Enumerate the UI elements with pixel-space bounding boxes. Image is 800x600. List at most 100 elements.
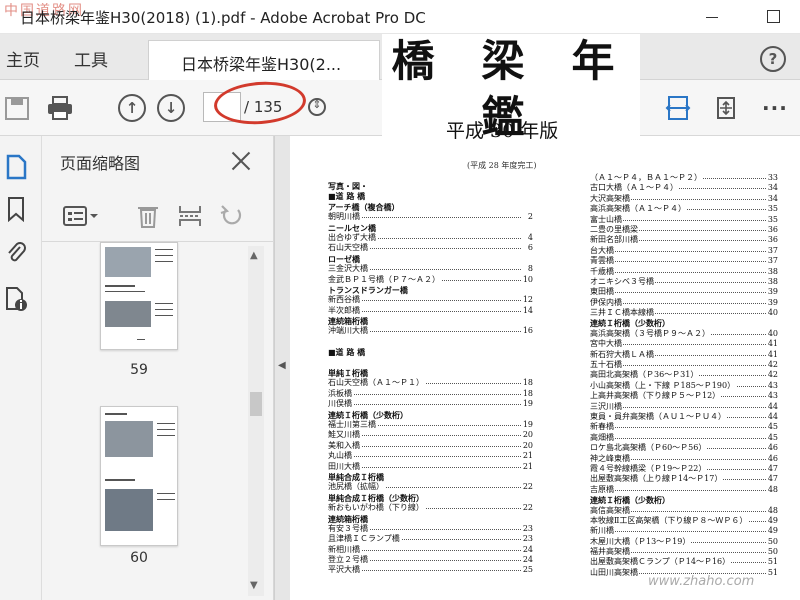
toc-entry-title: 丸山橋 bbox=[328, 451, 353, 462]
toc-row: 半次郎橋 14 bbox=[328, 305, 533, 317]
toc-entry-title: 連続箱桁橋 bbox=[328, 513, 369, 524]
toc-entry-page: 21 bbox=[521, 451, 533, 462]
toc-entry-page: 50 bbox=[766, 547, 778, 558]
scrollbar-thumb[interactable] bbox=[250, 392, 262, 416]
toc-entry-page: 44 bbox=[766, 411, 778, 423]
toc-row: 川俣橋 19 bbox=[328, 399, 533, 410]
toc-row: 高信高架橋 48 bbox=[590, 505, 778, 516]
toc-row: 宮中大橋 41 bbox=[590, 339, 778, 350]
page-thumbnails-icon[interactable] bbox=[4, 154, 28, 180]
toc-entry-title: 連続箱桁橋 bbox=[328, 316, 369, 327]
toc-entry-page: 35 bbox=[766, 214, 778, 225]
toc-entry-page: 4 bbox=[526, 232, 533, 244]
toc-entry-title: 写真・図・ bbox=[328, 181, 369, 192]
toc-entry-page: 47 bbox=[766, 474, 778, 485]
page-thumbnail-59[interactable] bbox=[100, 242, 178, 350]
toc-row: アーチ橋（複合橋） bbox=[328, 201, 533, 213]
left-rail bbox=[0, 136, 42, 600]
bookmark-icon[interactable] bbox=[4, 196, 28, 222]
scroll-down-icon[interactable]: ▼ bbox=[250, 580, 258, 591]
more-options-icon[interactable]: ··· bbox=[762, 96, 788, 120]
toc-entry-title: 東田橋 bbox=[590, 287, 615, 298]
document-properties-icon[interactable] bbox=[4, 286, 28, 312]
help-icon[interactable]: ? bbox=[760, 46, 786, 72]
thumbnail-page-number: 59 bbox=[130, 362, 148, 378]
close-panel-icon[interactable] bbox=[230, 150, 252, 172]
toc-entry-page: 38 bbox=[766, 266, 778, 277]
toc-row: 且津橋ＩＣランプ橋 23 bbox=[328, 534, 533, 545]
toc-entry-title: 千歳橋 bbox=[590, 266, 615, 277]
attachment-icon[interactable] bbox=[4, 240, 28, 266]
toc-row: 高浜高架橋（３号橋Ｐ９〜Ａ２） 40 bbox=[590, 328, 778, 340]
page-thumbnails-panel: 页面缩略图 59 60 ▲ ▼ bbox=[42, 136, 274, 600]
toc-entry-title: 富士山橋 bbox=[590, 214, 623, 225]
toc-row: 出合ゆず大橋 4 bbox=[328, 232, 533, 244]
toc-row: 新石狩大橋ＬＡ橋 41 bbox=[590, 349, 778, 361]
delete-page-icon[interactable] bbox=[134, 202, 162, 230]
toc-entry-title: 古口大橋（Ａ１〜Ｐ４） bbox=[590, 183, 679, 194]
toc-entry-title: 新おもいがわ橋（下り線） bbox=[328, 503, 425, 514]
toc-row: 高浜高架橋（Ａ１〜Ｐ４） 35 bbox=[590, 204, 778, 215]
thumbnail-options-icon[interactable] bbox=[62, 202, 100, 230]
minimize-button[interactable] bbox=[702, 6, 724, 26]
toc-entry-title: 三金沢大橋 bbox=[328, 264, 369, 275]
toc-entry-title: 新春橋 bbox=[590, 422, 615, 433]
toc-entry-title: 石山天空橋 bbox=[328, 243, 369, 254]
page-thumbnail-60[interactable] bbox=[100, 406, 178, 546]
extract-page-icon[interactable] bbox=[176, 202, 204, 230]
toc-entry-page: 25 bbox=[521, 565, 533, 576]
toc-entry-title: 霞４号幹線橋梁（Ｐ19〜Ｐ22） bbox=[590, 463, 708, 475]
collapse-arrow-icon[interactable]: ◀ bbox=[278, 360, 286, 371]
toc-entry-page: 45 bbox=[766, 432, 778, 444]
toc-entry-title: ■道 路 橋 bbox=[328, 347, 367, 358]
toc-row: 新おもいがわ橋（下り線） 22 bbox=[328, 503, 533, 514]
toc-entry-page: 21 bbox=[521, 461, 533, 472]
next-page-icon[interactable] bbox=[157, 94, 185, 122]
toc-entry-page: 43 bbox=[766, 380, 778, 392]
panel-splitter[interactable]: ◀ bbox=[274, 136, 290, 600]
toc-entry-title: 神之峰東橋 bbox=[590, 453, 631, 464]
tab-tools[interactable]: 工具 bbox=[74, 46, 108, 71]
toc-row: 石山天空橋（Ａ１〜Ｐ１） 18 bbox=[328, 378, 533, 389]
zoom-stepper-icon[interactable] bbox=[308, 98, 326, 116]
toc-entry-title: 高浜高架橋（３号橋Ｐ９〜Ａ２） bbox=[590, 328, 711, 340]
print-icon[interactable] bbox=[46, 94, 74, 122]
toc-entry-title: 新田名部川橋 bbox=[590, 235, 639, 246]
toc-entry-page: 16 bbox=[521, 326, 533, 337]
save-icon[interactable] bbox=[4, 94, 32, 122]
toc-row: 石山天空橋 6 bbox=[328, 243, 533, 254]
toc-row: ローゼ橋 bbox=[328, 253, 533, 265]
thumbnail-scrollbar[interactable]: ▲ ▼ bbox=[248, 246, 264, 596]
toc-entry-title: 大沢高架橋 bbox=[590, 193, 631, 205]
rotate-view-icon[interactable] bbox=[712, 94, 740, 122]
previous-page-icon[interactable] bbox=[118, 94, 146, 122]
tab-document[interactable]: 日本桥梁年鉴H30(2... bbox=[148, 40, 380, 81]
toc-entry-title: 川俣橋 bbox=[328, 399, 353, 410]
toc-row: 単純Ｉ桁橋 bbox=[328, 368, 533, 379]
thumbnail-photo bbox=[105, 421, 153, 457]
toc-entry-page: 18 bbox=[521, 388, 533, 400]
scroll-up-icon[interactable]: ▲ bbox=[250, 250, 258, 261]
toc-entry-title: 単純Ｉ桁橋 bbox=[328, 368, 369, 379]
toc-entry-page: 39 bbox=[766, 287, 778, 298]
toc-row: 連続Ｉ桁橋（少数桁） bbox=[590, 495, 778, 506]
fit-width-icon[interactable] bbox=[664, 94, 692, 122]
toc-entry-title: 出屋敷高架橋Ｃランプ（Ｐ14〜Ｐ16） bbox=[590, 557, 732, 568]
toc-row: 連続Ｉ桁橋（少数桁） bbox=[590, 318, 778, 329]
toc-entry-title: 台大橋 bbox=[590, 245, 615, 257]
toc-row: 連続箱桁橋 bbox=[328, 513, 533, 524]
toc-entry-page: 6 bbox=[526, 243, 533, 254]
toc-entry-title: 連続Ｉ桁橋（少数桁） bbox=[328, 409, 409, 420]
tab-home[interactable]: 主页 bbox=[6, 46, 40, 71]
maximize-button[interactable] bbox=[762, 6, 784, 26]
toc-entry-title: 二豊の里橋梁 bbox=[590, 224, 639, 236]
toc-entry-page: 48 bbox=[766, 484, 778, 496]
toc-row: 吉原橋 48 bbox=[590, 484, 778, 496]
thumbnail-page-number: 60 bbox=[130, 550, 148, 566]
toc-entry-title: （Ａ１〜Ｐ４，ＢＡ１〜Ｐ２） bbox=[590, 173, 703, 184]
toc-entry-title: ニールセン橋 bbox=[328, 222, 377, 233]
rotate-page-icon[interactable] bbox=[218, 202, 246, 230]
book-title: 橋 梁 年 鑑 bbox=[382, 34, 640, 143]
toc-row: 出屋敷高架橋Ｃランプ（Ｐ14〜Ｐ16） 51 bbox=[590, 557, 778, 568]
toc-row: 東員・員弁高架橋（ＡＵ１〜ＰＵ４） 44 bbox=[590, 411, 778, 423]
